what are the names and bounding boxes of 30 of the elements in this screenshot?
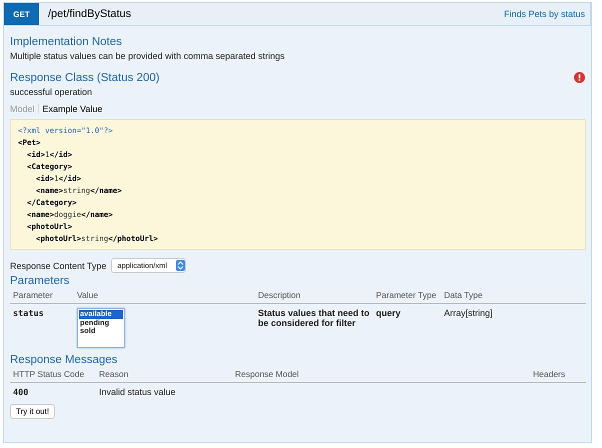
operation-header[interactable]: GET /pet/findByStatus Finds Pets by status <box>4 2 591 26</box>
column-header: Response Model <box>235 369 299 379</box>
status-code: 400 <box>13 388 28 398</box>
data-type: Array[string] <box>444 308 493 318</box>
column-header: Data Type <box>444 290 483 300</box>
dropdown-arrows-icon <box>176 260 186 271</box>
endpoint-path[interactable]: /pet/findByStatus <box>48 8 132 20</box>
section-title: Parameters <box>10 275 70 287</box>
parameter-description: Status values that need to be considered for filter <box>258 308 370 328</box>
try-it-out-button[interactable]: Try it out! <box>10 404 56 419</box>
parameter-type: query <box>376 308 401 318</box>
column-header: Reason <box>99 369 128 379</box>
section-title: Response Messages <box>10 354 118 366</box>
column-header: Description <box>258 290 301 300</box>
method-badge: GET <box>4 3 39 25</box>
column-header: HTTP Status Code <box>13 369 84 379</box>
section-title: Response Class (Status 200) <box>10 72 160 84</box>
model-tab[interactable]: Example Value <box>38 104 106 114</box>
section-title: Implementation Notes <box>10 36 123 48</box>
error-icon[interactable] <box>574 72 585 82</box>
content-type-label: Response Content Type <box>10 260 106 270</box>
column-header: Headers <box>533 369 566 379</box>
response-description: successful operation <box>10 87 94 97</box>
parameter-name: status <box>13 309 44 319</box>
column-header: Parameter Type <box>376 290 436 300</box>
column-header: Parameter <box>13 290 53 300</box>
status-reason: Invalid status value <box>99 387 176 397</box>
operation-summary[interactable]: Finds Pets by status <box>504 9 585 19</box>
notes-text: Multiple status values can be provided with comma separated strings <box>10 51 286 61</box>
column-header: Value <box>77 290 98 300</box>
